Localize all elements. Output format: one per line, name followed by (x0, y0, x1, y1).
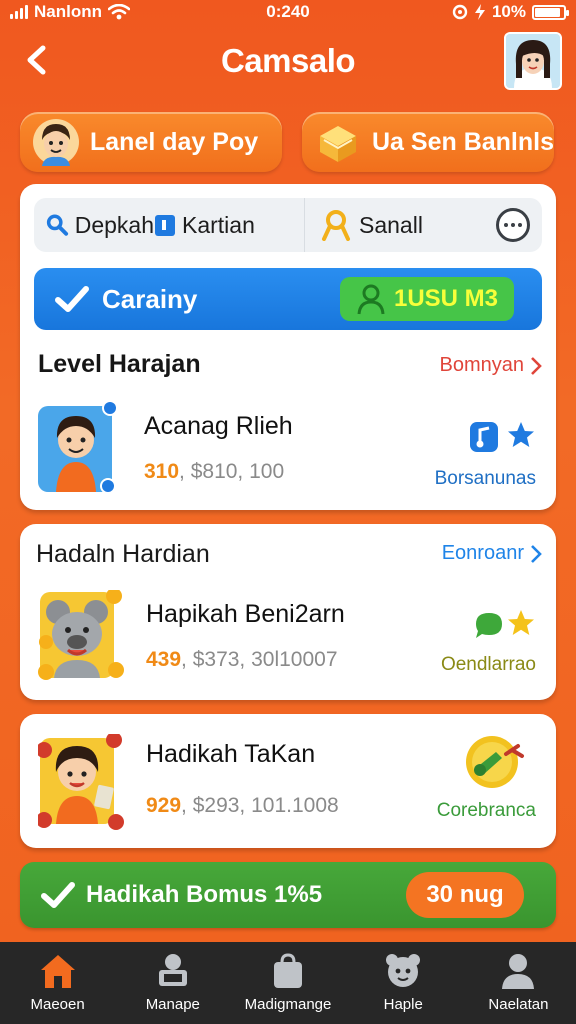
nav-label: Haple (383, 996, 423, 1013)
tab-depkah-label: Depkah (74, 211, 154, 238)
category-banner[interactable]: Carainy 1USU M3 (34, 268, 542, 330)
item-title: Hapikah Beni2arn (146, 600, 345, 628)
bonus-claim-button[interactable]: 30 nug (406, 872, 524, 918)
boy-avatar-icon (33, 119, 79, 166)
checkmark-icon (41, 882, 75, 908)
sen-banlnls-label: Ua Sen Banlnls (372, 127, 554, 156)
item-thumbnail[interactable] (38, 588, 124, 680)
nav-label: Madigmange (244, 996, 332, 1013)
status-right: 10% (452, 2, 569, 22)
tab-sanall-label: Sanall (359, 211, 423, 238)
category-banner-label: Carainy (102, 283, 198, 314)
item-thumbnail[interactable] (38, 400, 118, 494)
item-title: Hadikah TaKan (146, 740, 316, 768)
nav-label: Manape (145, 996, 200, 1013)
section-link-level-label: Bomnyan (439, 354, 525, 376)
girl-character-icon (36, 732, 124, 830)
nav-item-manape[interactable]: Manape (115, 942, 230, 1024)
star-icon[interactable] (506, 608, 536, 638)
item-meta-highlight: 439 (146, 648, 182, 671)
section-link-level[interactable]: Bomnyan (440, 354, 543, 377)
battery-icon (532, 4, 569, 20)
avatar[interactable] (504, 32, 562, 90)
tab-kartian-label: Kartian (182, 211, 255, 238)
item-meta: 929, $293, 101.1008 (146, 794, 339, 818)
charging-icon (474, 4, 485, 20)
status-chip[interactable]: 1USU M3 (340, 277, 514, 321)
section-card-3: Hadikah TaKan 929, $293, 101.1008 Corebr… (20, 714, 556, 848)
more-dot (511, 223, 515, 227)
home-icon (40, 955, 75, 988)
item-meta-highlight: 929 (146, 794, 182, 817)
nav-item-madigmange[interactable]: Madigmange (230, 942, 345, 1024)
item-title: Acanag Rlieh (144, 412, 293, 440)
bonus-bar[interactable]: Hadikah Bomus 1%5 30 nug (20, 862, 556, 928)
nav-item-maeoen[interactable]: Maeoen (0, 942, 115, 1024)
sen-banlnls-button[interactable]: Ua Sen Banlnls (302, 112, 554, 172)
nav-item-haple[interactable]: Haple (346, 942, 461, 1024)
item-meta: 439, $373, 30l10007 (146, 648, 338, 672)
tab-depkah[interactable]: Depkah (34, 198, 154, 252)
pet-icon (386, 954, 421, 987)
chevron-right-icon (531, 356, 542, 375)
item-tag[interactable]: Borsanunas (435, 468, 536, 490)
item-tag[interactable]: Oendlarrao (441, 654, 536, 676)
item-meta: 310, $810, 100 (144, 460, 284, 484)
checkmark-icon (55, 286, 89, 312)
bottom-nav: Maeoen Manape Madigmange Haple Naelatan (0, 942, 576, 1024)
app-title: Camsalo (220, 42, 356, 79)
section-card-2: Hadaln Hardian Eonroanr Hapikah Beni2arn… (20, 524, 556, 700)
main-card: Depkah Kartian Sanall Carainy 1USU M3 Le… (20, 184, 556, 510)
more-dot (504, 223, 508, 227)
location-icon (452, 4, 468, 20)
section-link-hadaln[interactable]: Eonroanr (442, 542, 542, 565)
item-meta-highlight: 310 (144, 460, 180, 483)
koala-character-icon (38, 588, 124, 680)
person-icon (357, 284, 385, 315)
item-tag[interactable]: Corebranca (437, 800, 536, 822)
star-icon[interactable] (506, 420, 536, 450)
whistle-icon[interactable] (462, 732, 532, 792)
item-meta-rest: , $373, 30l10007 (181, 648, 338, 671)
item-meta-rest: , $810, 100 (179, 460, 285, 483)
gift-box-icon (320, 126, 356, 162)
section-link-hadaln-label: Eonroanr (441, 542, 524, 564)
daily-pay-label: Lanel day Poy (90, 127, 259, 156)
nav-item-naelatan[interactable]: Naelatan (461, 942, 576, 1024)
battery-fill (535, 7, 561, 17)
tab-row: Depkah Kartian Sanall (34, 198, 542, 252)
ribbon-icon (322, 210, 350, 241)
tab-sanall[interactable]: Sanall (304, 198, 494, 252)
item-meta-rest: , $293, 101.1008 (181, 794, 339, 817)
status-chip-label: 1USU M3 (393, 285, 499, 312)
nav-label: Maeoen (30, 996, 85, 1013)
more-options-button[interactable] (496, 208, 530, 242)
tab-kartian[interactable]: Kartian (154, 198, 304, 252)
item-thumbnail[interactable] (36, 732, 124, 830)
daily-pay-button[interactable]: Lanel day Poy (20, 112, 282, 172)
section-title-level: Level Harajan (38, 350, 201, 378)
status-bar: Nanlonn 0:240 10% (0, 0, 576, 26)
boy-character-icon (38, 400, 118, 494)
user-icon (502, 954, 535, 989)
battery-percent: 10% (491, 2, 526, 21)
section-title-hadaln: Hadaln Hardian (36, 540, 210, 568)
music-note-icon[interactable] (468, 420, 500, 454)
monitor-icon (158, 954, 187, 986)
nav-label: Naelatan (488, 996, 549, 1013)
bag-icon (274, 953, 302, 988)
user-portrait-icon (506, 34, 560, 88)
search-icon (46, 214, 69, 236)
app-header: Camsalo (0, 26, 576, 100)
more-dot (518, 223, 522, 227)
chat-bubble-icon[interactable] (472, 610, 506, 640)
calendar-icon (155, 215, 175, 236)
bonus-label: Hadikah Bomus 1%5 (86, 881, 323, 908)
chevron-right-icon (531, 544, 542, 563)
